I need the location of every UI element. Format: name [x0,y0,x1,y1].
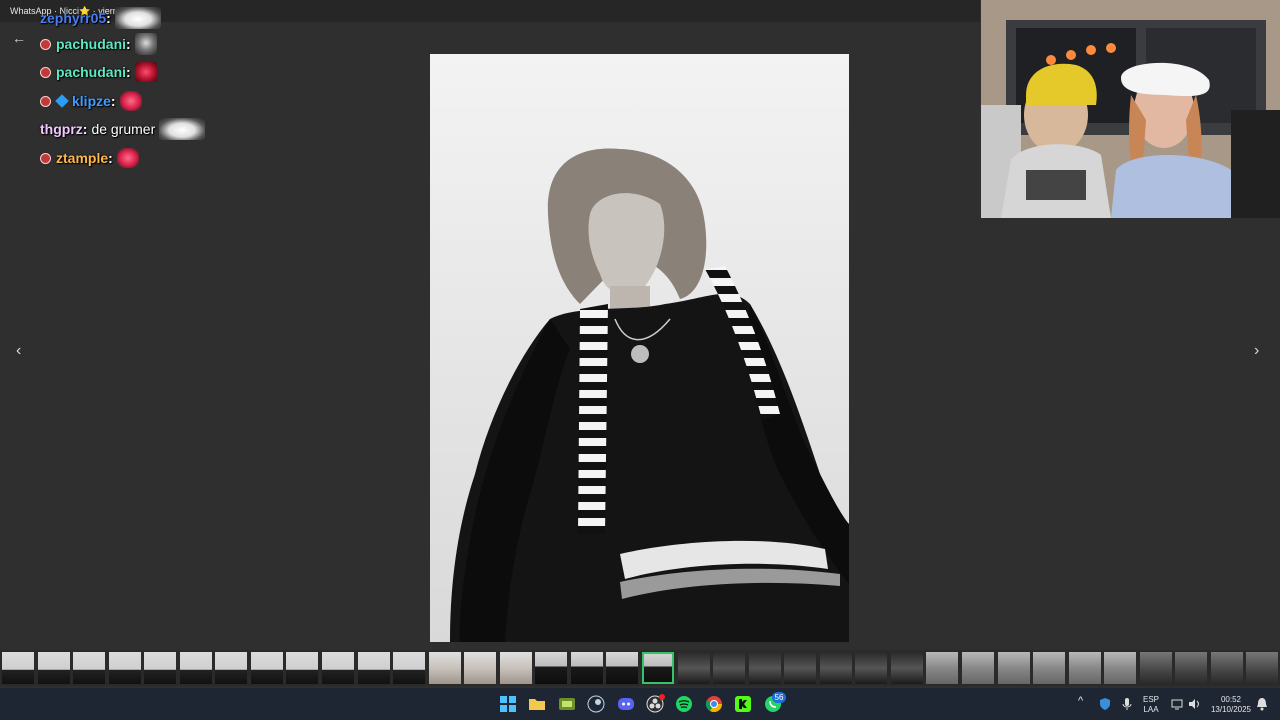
thumbnail[interactable] [855,652,887,684]
thumbnail[interactable] [464,652,496,684]
chat-username: thgprz [40,121,83,137]
portrait-illustration [430,54,849,642]
chat-username: zephyrr05 [40,10,107,26]
thumbnail[interactable] [642,652,674,684]
thumbnail[interactable] [1175,652,1207,684]
clock[interactable]: 00:52 13/10/2025 [1208,695,1254,715]
thumbnail[interactable] [571,652,603,684]
webcam-feed [981,0,1280,218]
microphone-icon[interactable] [1121,697,1133,714]
volume-icon[interactable] [1187,697,1201,714]
thumbnail[interactable] [998,652,1030,684]
main-photo [430,54,849,642]
game-launcher-icon[interactable] [557,694,577,714]
chat-username: pachudani [56,64,127,80]
thumbnail[interactable] [180,652,212,684]
chat-username: ztample [56,150,109,166]
thumbnail[interactable] [286,652,318,684]
thumbnail-strip [0,650,1280,686]
chrome-icon[interactable] [704,694,724,714]
thumbnail[interactable] [144,652,176,684]
chat-username: klipze [72,93,111,109]
back-arrow-icon[interactable]: ← [12,30,26,46]
chat-message: thgprz: de grumer [40,117,206,141]
chat-message: ztample: [40,146,139,170]
taskbar [0,688,1280,720]
clock-date: 13/10/2025 [1210,705,1252,714]
chat-username: pachudani [56,36,127,52]
network-icon[interactable] [1170,697,1184,714]
thumbnail[interactable] [215,652,247,684]
mouth-emote-icon [134,62,157,82]
thumbnail[interactable] [358,652,390,684]
badge-icon [40,95,51,107]
thumbnail[interactable] [784,652,816,684]
thumbnail[interactable] [962,652,994,684]
previous-image-button[interactable]: ‹ [16,342,21,360]
security-icon[interactable] [1098,697,1112,714]
language-code: ESP [1143,695,1160,704]
thumbnail[interactable] [1246,652,1278,684]
thumbnail[interactable] [1211,652,1243,684]
thumbnail[interactable] [2,652,34,684]
thumbnail[interactable] [926,652,958,684]
thumbnail[interactable] [820,652,852,684]
chat-message: klipze: [40,89,142,113]
chat-message: pachudani: [40,60,157,84]
thumbnail[interactable] [73,652,105,684]
next-image-button[interactable]: › [1254,342,1259,360]
chevron-up-icon[interactable]: ^ [1078,696,1083,707]
windows-start-icon[interactable] [498,694,518,714]
thumbnail[interactable] [749,652,781,684]
thumbnail[interactable] [1033,652,1065,684]
thumbnail[interactable] [713,652,745,684]
lips-emote-icon [116,148,139,168]
thumbnail[interactable] [429,652,461,684]
thumbnail[interactable] [535,652,567,684]
badge-icon [40,152,51,164]
thumbnail[interactable] [1069,652,1101,684]
thumbnail[interactable] [109,652,141,684]
spotify-icon[interactable] [674,694,694,714]
thumbnail[interactable] [322,652,354,684]
thumbnail[interactable] [500,652,532,684]
cube-badge-icon [55,94,69,108]
thumbnail[interactable] [251,652,283,684]
thumbnail[interactable] [1104,652,1136,684]
badge-icon [40,38,51,50]
file-explorer-icon[interactable] [527,694,547,714]
thumbnail[interactable] [891,652,923,684]
thumbnail[interactable] [606,652,638,684]
thumbnail[interactable] [38,652,70,684]
thumbnail[interactable] [678,652,710,684]
keyboard-layout: LAA [1143,705,1159,714]
cloud-emote-icon [159,118,206,140]
chat-text: de grumer [91,121,156,137]
language-indicator[interactable]: ESP LAA [1143,695,1159,715]
clock-time: 00:52 [1220,695,1242,704]
notification-badge: 56 [772,692,786,703]
obs-icon[interactable] [645,694,665,714]
badge-icon [40,66,51,78]
webcam-illustration [981,0,1280,218]
kick-icon[interactable] [733,694,753,714]
lips-emote-icon [119,91,142,111]
chat-message: pachudani: [40,32,157,56]
face-emote-icon [134,33,157,55]
thumbnail[interactable] [393,652,425,684]
steam-icon[interactable] [586,694,606,714]
cloud-emote-icon [114,7,161,29]
discord-icon[interactable] [616,694,636,714]
chat-message: zephyrr05: [40,6,161,30]
thumbnail[interactable] [1140,652,1172,684]
notifications-icon[interactable] [1256,697,1268,714]
